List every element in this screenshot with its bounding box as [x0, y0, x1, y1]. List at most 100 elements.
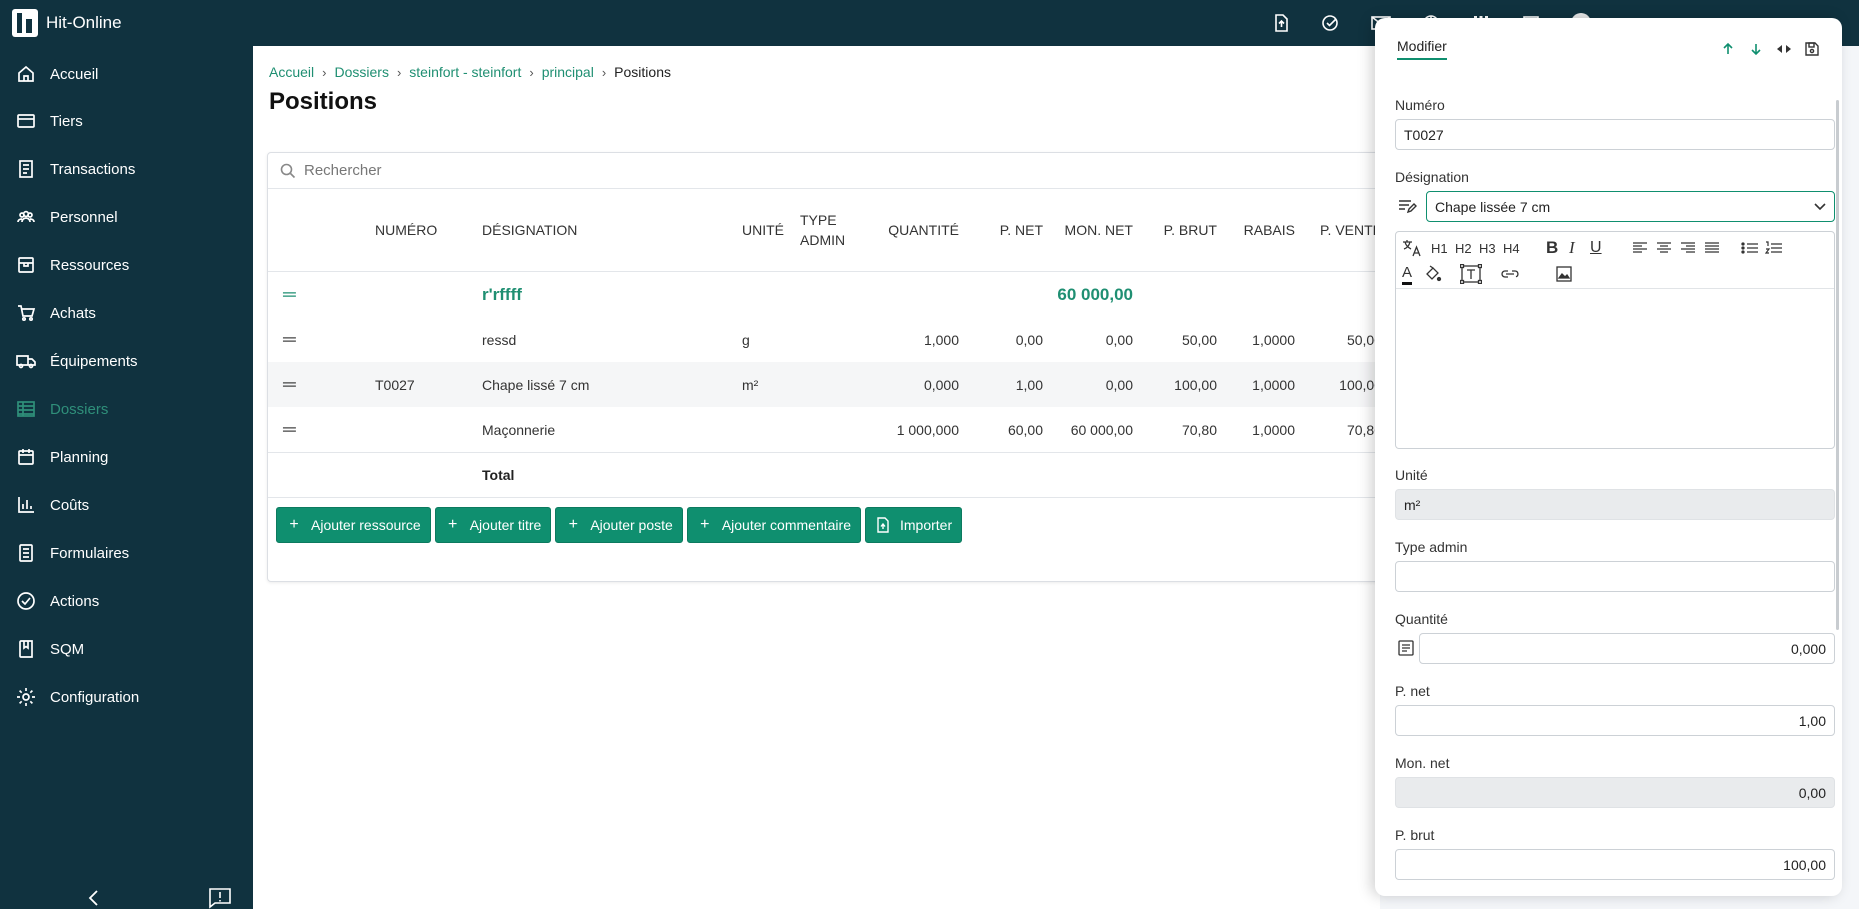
cart-icon [18, 305, 36, 322]
arrow-up-icon[interactable] [1720, 41, 1736, 57]
p-net-label: P. net [1395, 683, 1430, 699]
add-resource-button[interactable]: + Ajouter ressource [276, 507, 431, 543]
truck-icon [16, 355, 36, 369]
translate-icon[interactable] [1402, 237, 1422, 259]
table-row-title[interactable]: ═ r'rffff 60 000,00 [268, 272, 1386, 317]
panel-scrollbar[interactable] [1836, 100, 1839, 630]
p-net-field[interactable] [1395, 705, 1835, 736]
type-admin-field[interactable] [1395, 561, 1835, 592]
breadcrumb-dossiers[interactable]: Dossiers [334, 64, 388, 80]
heading-3-button[interactable]: H3 [1479, 237, 1496, 259]
col-quantite[interactable]: QUANTITÉ [868, 189, 959, 271]
cell-quantite: 0,000 [923, 376, 959, 393]
col-p-vente[interactable]: P. VENTE [1298, 189, 1382, 271]
sidebar-item-planning[interactable]: Planning [0, 437, 253, 477]
image-icon[interactable] [1556, 263, 1572, 285]
sidebar-item-label: Ressources [50, 256, 130, 274]
breadcrumb-accueil[interactable]: Accueil [269, 64, 314, 80]
drag-handle-icon[interactable]: ═ [283, 317, 296, 362]
sidebar-item-personnel[interactable]: Personnel [0, 197, 253, 237]
arrow-down-icon[interactable] [1748, 41, 1764, 57]
cell-mon-net: 60 000,00 [1070, 421, 1133, 438]
table-row[interactable]: ═ Maçonnerie 1 000,000 60,00 60 000,00 7… [268, 407, 1386, 452]
col-type-admin[interactable]: TYPE ADMIN [800, 189, 860, 271]
heading-2-button[interactable]: H2 [1455, 237, 1472, 259]
upload-icon[interactable] [1270, 12, 1292, 34]
drag-handle-icon[interactable]: ═ [283, 407, 296, 452]
total-label: Total [482, 467, 515, 483]
brand[interactable]: Hit-Online [0, 9, 122, 37]
quantite-field[interactable] [1419, 633, 1835, 664]
cell-mon-net: 60 000,00 [1057, 284, 1133, 304]
table-row[interactable]: ═ ressd g 1,000 0,00 0,00 50,00 1,0000 5… [268, 317, 1386, 362]
heading-1-button[interactable]: H1 [1431, 237, 1448, 259]
sidebar-item-formulaires[interactable]: Formulaires [0, 533, 253, 573]
table-row[interactable]: ═ T0027 Chape lissé 7 cm m² 0,000 1,00 0… [268, 362, 1386, 407]
sidebar-item-actions[interactable]: Actions [0, 581, 253, 621]
calculator-list-icon[interactable] [1397, 639, 1415, 657]
p-brut-field[interactable] [1395, 849, 1835, 880]
sidebar: Accueil Tiers Transactions Personnel Res… [0, 46, 253, 909]
underline-button[interactable]: U [1590, 237, 1602, 259]
task-check-icon[interactable] [1320, 12, 1342, 34]
sidebar-item-configuration[interactable]: Configuration [0, 677, 253, 717]
app-logo [12, 9, 38, 37]
col-mon-net[interactable]: MON. NET [1048, 189, 1133, 271]
breadcrumb-principal[interactable]: principal [542, 64, 594, 80]
import-button[interactable]: Importer [864, 507, 963, 543]
italic-button[interactable]: I [1569, 237, 1575, 259]
drag-handle-icon[interactable]: ═ [283, 272, 296, 317]
add-comment-button[interactable]: + Ajouter commentaire [686, 507, 861, 543]
col-p-brut[interactable]: P. BRUT [1138, 189, 1217, 271]
align-left-icon[interactable] [1632, 237, 1648, 259]
breadcrumb-dossier[interactable]: steinfort - steinfort [409, 64, 521, 80]
search-input[interactable] [304, 162, 704, 179]
sidebar-item-tiers[interactable]: Tiers [0, 101, 253, 141]
expand-horizontal-icon[interactable] [1776, 41, 1792, 57]
col-p-net[interactable]: P. NET [968, 189, 1043, 271]
feedback-icon[interactable] [208, 886, 232, 909]
numbered-list-icon[interactable] [1765, 237, 1783, 259]
text-color-button[interactable]: A [1402, 263, 1413, 285]
home-icon [18, 65, 34, 82]
chevron-down-icon [1814, 202, 1826, 210]
action-buttons: + Ajouter ressource + Ajouter titre + Aj… [276, 507, 963, 543]
sidebar-item-label: Configuration [50, 688, 140, 706]
sidebar-item-couts[interactable]: Coûts [0, 485, 253, 525]
sidebar-item-dossiers[interactable]: Dossiers [0, 389, 253, 429]
align-justify-icon[interactable] [1704, 237, 1720, 259]
cell-designation: Chape lissé 7 cm [482, 376, 590, 393]
add-post-button[interactable]: + Ajouter poste [555, 507, 683, 543]
file-import-icon [877, 517, 889, 533]
link-icon[interactable] [1500, 263, 1520, 285]
save-icon[interactable] [1804, 41, 1820, 57]
bullet-list-icon[interactable] [1741, 237, 1759, 259]
tab-modifier[interactable]: Modifier [1397, 38, 1447, 60]
sidebar-item-accueil[interactable]: Accueil [0, 54, 253, 94]
col-designation[interactable]: DÉSIGNATION [482, 189, 577, 271]
add-title-button[interactable]: + Ajouter titre [434, 507, 552, 543]
text-edit-icon[interactable] [1397, 197, 1417, 215]
drag-handle-icon[interactable]: ═ [283, 362, 296, 407]
quantite-row [1395, 633, 1835, 664]
bold-button[interactable]: B [1546, 237, 1558, 259]
fill-color-icon[interactable] [1424, 263, 1442, 285]
cell-designation: Maçonnerie [482, 421, 556, 438]
align-center-icon[interactable] [1656, 237, 1672, 259]
rich-text-editor[interactable]: H1 H2 H3 H4 B I U A [1395, 231, 1835, 449]
col-numero[interactable]: NUMÉRO [375, 189, 437, 271]
text-box-icon[interactable] [1460, 263, 1482, 285]
quantite-label: Quantité [1395, 611, 1448, 627]
sidebar-item-achats[interactable]: Achats [0, 293, 253, 333]
heading-4-button[interactable]: H4 [1503, 237, 1520, 259]
sidebar-item-equipements[interactable]: Équipements [0, 341, 253, 381]
sidebar-item-sqm[interactable]: SQM [0, 629, 253, 669]
designation-select[interactable]: Chape lissée 7 cm [1426, 191, 1835, 222]
col-unite[interactable]: UNITÉ [742, 189, 784, 271]
align-right-icon[interactable] [1680, 237, 1696, 259]
chevron-left-icon[interactable] [84, 888, 104, 908]
col-rabais[interactable]: RABAIS [1223, 189, 1295, 271]
numero-field[interactable] [1395, 119, 1835, 150]
sidebar-item-transactions[interactable]: Transactions [0, 149, 253, 189]
sidebar-item-ressources[interactable]: Ressources [0, 245, 253, 285]
